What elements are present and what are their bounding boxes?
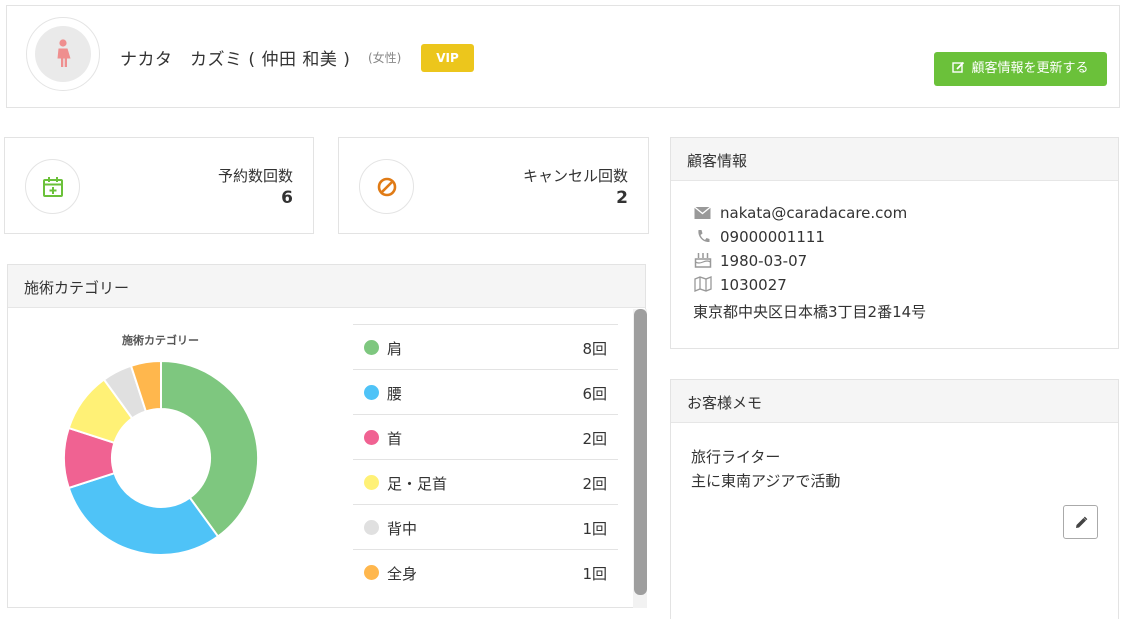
edit-memo-button[interactable] xyxy=(1063,505,1098,539)
cancel-count-card: キャンセル回数 2 xyxy=(338,137,649,234)
legend-swatch xyxy=(364,520,379,535)
email-value: nakata@caradacare.com xyxy=(720,204,908,222)
vip-badge: VIP xyxy=(421,44,474,72)
reservation-count-label: 予約数回数 xyxy=(217,167,293,185)
birthday-row: 1980-03-07 xyxy=(693,252,807,270)
legend-item: 肩 8回 xyxy=(353,324,618,369)
update-customer-button[interactable]: 顧客情報を更新する xyxy=(934,52,1107,86)
customer-info-heading: 顧客情報 xyxy=(671,138,1118,181)
legend-label: 首 xyxy=(387,430,403,448)
customer-memo-panel: お客様メモ 旅行ライター 主に東南アジアで活動 xyxy=(670,379,1119,619)
legend-swatch xyxy=(364,430,379,445)
legend-count: 2回 xyxy=(582,430,607,448)
legend-label: 足・足首 xyxy=(387,475,448,493)
legend-item: 腰 6回 xyxy=(353,369,618,414)
birthday-value: 1980-03-07 xyxy=(720,252,808,270)
treatment-category-heading: 施術カテゴリー xyxy=(8,265,645,308)
legend-label: 背中 xyxy=(387,520,418,538)
customer-memo-heading: お客様メモ xyxy=(671,380,1118,423)
map-icon xyxy=(694,276,712,292)
calendar-plus-icon xyxy=(43,177,63,197)
category-donut-chart xyxy=(63,360,259,556)
legend-count: 1回 xyxy=(582,565,607,583)
update-customer-label: 顧客情報を更新する xyxy=(971,61,1089,76)
address-value: 東京都中央区日本橋3丁目2番14号 xyxy=(693,303,927,321)
chart-title: 施術カテゴリー xyxy=(122,334,199,347)
legend-label: 肩 xyxy=(387,340,403,358)
scrollbar-thumb[interactable] xyxy=(634,309,647,595)
legend-count: 6回 xyxy=(582,385,607,403)
legend-swatch xyxy=(364,565,379,580)
pencil-icon xyxy=(1076,516,1088,528)
legend-count: 8回 xyxy=(582,340,607,358)
edit-icon xyxy=(952,61,965,73)
legend-swatch xyxy=(364,340,379,355)
reservation-count-value: 6 xyxy=(281,188,293,208)
donut-slice-2[interactable] xyxy=(67,471,220,556)
legend-item: 全身 1回 xyxy=(353,549,618,594)
customer-header: ナカタ カズミ ( 仲田 和美 ) (女性) VIP 顧客情報を更新する xyxy=(6,5,1120,108)
legend-count: 2回 xyxy=(582,475,607,493)
legend-swatch xyxy=(364,385,379,400)
cancel-count-label: キャンセル回数 xyxy=(522,167,628,185)
cancel-count-value: 2 xyxy=(616,188,628,208)
postal-value: 1030027 xyxy=(720,276,787,294)
email-row: nakata@caradacare.com xyxy=(693,204,907,222)
phone-icon xyxy=(698,230,710,243)
legend-item: 首 2回 xyxy=(353,414,618,459)
avatar xyxy=(26,17,100,91)
customer-name: ナカタ カズミ ( 仲田 和美 ) xyxy=(120,50,351,70)
postal-row: 1030027 xyxy=(693,276,787,294)
reservation-count-card: 予約数回数 6 xyxy=(4,137,314,234)
legend-swatch xyxy=(364,475,379,490)
legend-item: 背中 1回 xyxy=(353,504,618,549)
phone-row: 09000001111 xyxy=(693,228,825,246)
treatment-category-panel: 施術カテゴリー 施術カテゴリー 肩 8回 腰 6回 首 2回 足・足首 2回 背… xyxy=(7,264,647,608)
envelope-icon xyxy=(694,206,711,219)
memo-line: 主に東南アジアで活動 xyxy=(691,472,841,490)
phone-value: 09000001111 xyxy=(720,228,825,246)
legend-count: 1回 xyxy=(582,520,607,538)
female-icon xyxy=(57,39,71,67)
legend-label: 全身 xyxy=(387,565,418,583)
ban-icon xyxy=(377,177,397,197)
birthday-cake-icon xyxy=(694,253,712,268)
legend-scrollbar[interactable] xyxy=(633,309,647,608)
legend-item: 足・足首 2回 xyxy=(353,459,618,504)
customer-gender: (女性) xyxy=(368,51,402,65)
memo-line: 旅行ライター xyxy=(691,448,781,466)
customer-info-panel: 顧客情報 nakata@caradacare.com 09000001111 1… xyxy=(670,137,1119,349)
category-legend: 肩 8回 腰 6回 首 2回 足・足首 2回 背中 1回 全身 1回 xyxy=(353,324,618,594)
legend-label: 腰 xyxy=(387,385,403,403)
